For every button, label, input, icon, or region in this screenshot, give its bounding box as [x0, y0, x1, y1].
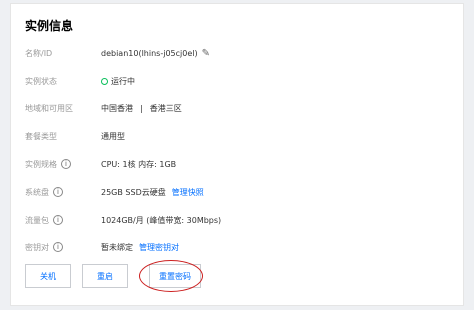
spec-value: CPU: 1核 内存: 1GB [101, 159, 177, 169]
row-traffic: 流量包 i 1024GB/月 (峰值带宽: 30Mbps) [25, 211, 445, 229]
zone-value: 香港三区 [149, 103, 182, 113]
status-value: 运行中 [111, 76, 135, 86]
pencil-icon[interactable]: ✎ [202, 48, 210, 59]
manage-snapshot-link[interactable]: 管理快照 [172, 187, 204, 198]
label-region: 地域和可用区 [25, 103, 73, 113]
info-icon[interactable]: i [53, 242, 63, 252]
instance-name-value: debian10(lhins-j05cj0el) [101, 48, 198, 58]
card-title: 实例信息 [25, 19, 74, 33]
label-status: 实例状态 [25, 76, 57, 86]
row-status: 实例状态 运行中 [25, 72, 445, 90]
row-region: 地域和可用区 中国香港 | 香港三区 [25, 99, 445, 117]
row-package-type: 套餐类型 通用型 [25, 127, 445, 145]
row-keypair: 密钥对 i 暂未绑定 管理密钥对 [25, 238, 445, 256]
package-type-value: 通用型 [101, 131, 125, 141]
info-icon[interactable]: i [61, 159, 71, 169]
row-name-id: 名称/ID debian10(lhins-j05cj0el) ✎ [25, 44, 445, 62]
row-spec: 实例规格 i CPU: 1核 内存: 1GB [25, 155, 445, 173]
instance-info-card: 实例信息 名称/ID debian10(lhins-j05cj0el) ✎ 实例… [10, 3, 464, 306]
keypair-value: 暂未绑定 [101, 242, 133, 252]
separator: | [140, 103, 143, 113]
annotation-circle [139, 260, 203, 292]
manage-keypair-link[interactable]: 管理密钥对 [139, 242, 179, 253]
traffic-value: 1024GB/月 (峰值带宽: 30Mbps) [101, 215, 222, 225]
restart-button[interactable]: 重启 [82, 264, 128, 288]
label-package-type: 套餐类型 [25, 131, 57, 141]
info-icon[interactable]: i [53, 187, 63, 197]
shutdown-button[interactable]: 关机 [25, 264, 71, 288]
label-name-id: 名称/ID [25, 48, 53, 58]
status-running-icon [101, 77, 108, 85]
region-value: 中国香港 [101, 103, 133, 113]
label-traffic: 流量包 i [25, 215, 101, 226]
info-icon[interactable]: i [53, 215, 63, 225]
label-system-disk: 系统盘 i [25, 187, 101, 198]
row-system-disk: 系统盘 i 25GB SSD云硬盘 管理快照 [25, 183, 445, 201]
label-keypair: 密钥对 i [25, 242, 101, 253]
system-disk-value: 25GB SSD云硬盘 [101, 187, 166, 197]
label-spec: 实例规格 i [25, 159, 101, 170]
